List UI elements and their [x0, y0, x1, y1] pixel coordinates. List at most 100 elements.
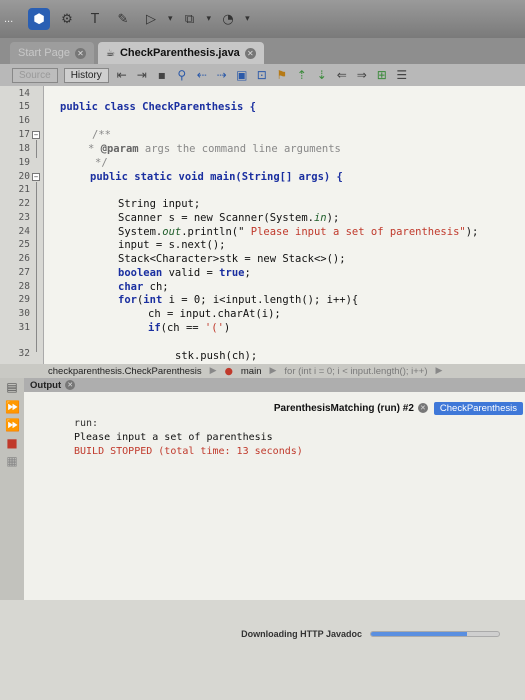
progress-fill	[371, 632, 467, 636]
output-menu-icon[interactable]: ▤	[5, 380, 19, 394]
tab-run-checkparenthesis[interactable]: CheckParenthesis	[433, 401, 523, 415]
line-number-gutter: 14 15 16 17 18 19 20 21 22 23 24 25 26 2…	[0, 86, 44, 364]
code-line-27: boolean valid = true;	[118, 267, 251, 279]
output-header: Output ✕	[0, 378, 525, 392]
code-line-31: if(ch == '(')	[148, 322, 231, 334]
forward-icon[interactable]: ⇥	[135, 68, 149, 82]
run-icon[interactable]: ▷	[140, 8, 162, 30]
source-tab[interactable]: Source	[12, 67, 58, 83]
code-line-22: String input;	[118, 198, 201, 210]
history-tab[interactable]: History	[63, 67, 109, 83]
close-icon[interactable]: ✕	[74, 47, 86, 59]
tab-checkparenthesis[interactable]: ☕ CheckParenthesis.java ✕	[97, 42, 264, 64]
debug-dropdown-icon[interactable]: ▾	[207, 14, 212, 24]
close-icon[interactable]: ✕	[417, 403, 428, 413]
rerun-icon[interactable]: ⏩	[5, 400, 20, 414]
line-number: 14	[18, 88, 30, 99]
run-tab-label: ParenthesisMatching (run) #2	[273, 402, 414, 414]
file-tab-bar: Start Page ✕ ☕ CheckParenthesis.java ✕	[0, 38, 525, 64]
chevron-right-icon: ▶	[269, 366, 277, 376]
fold-toggle[interactable]: −	[32, 173, 40, 181]
line-number: 25	[18, 239, 30, 250]
debug-icon[interactable]: ⧉	[179, 8, 201, 30]
find-prev-icon[interactable]: ⇠	[195, 68, 209, 82]
line-number: 23	[18, 212, 30, 223]
profile-dropdown-icon[interactable]: ▾	[245, 14, 250, 24]
statistics-icon[interactable]: ▦	[5, 454, 19, 468]
output-line: run:	[74, 418, 99, 429]
output-line: Please input a set of parenthesis	[74, 432, 273, 443]
line-number: 26	[18, 253, 30, 264]
output-side-toolbar: ▤ ⏩ ⏩ ■ ▦	[0, 378, 24, 600]
code-line-24: System.out.println(" Please input a set …	[118, 226, 479, 238]
last-edit-icon[interactable]: ▪	[155, 68, 169, 82]
tab-label: CheckParenthesis.java	[119, 47, 240, 59]
macro-icon[interactable]: ⊞	[375, 68, 389, 82]
output-line: BUILD STOPPED (total time: 13 seconds)	[74, 446, 303, 457]
shift-right-icon[interactable]: ⇒	[355, 68, 369, 82]
app-logo: ...	[4, 13, 14, 25]
clean-build-icon[interactable]: ✎	[112, 8, 134, 30]
line-number: 21	[18, 184, 30, 195]
next-bookmark-icon[interactable]: ⇣	[315, 68, 329, 82]
back-icon[interactable]: ⇤	[115, 68, 129, 82]
line-number: 32	[18, 348, 30, 359]
code-line-23: Scanner s = new Scanner(System.in);	[118, 212, 340, 224]
toggle-highlight-icon[interactable]: ▣	[235, 68, 249, 82]
close-icon[interactable]: ✕	[244, 47, 256, 59]
fold-toggle[interactable]: −	[32, 131, 40, 139]
run-tab-bar: ParenthesisMatching (run) #2 ✕ CheckPare…	[24, 400, 525, 416]
code-line-30: ch = input.charAt(i);	[148, 308, 281, 320]
status-text: Downloading HTTP Javadoc	[241, 629, 362, 639]
line-number: 16	[18, 115, 30, 126]
nav-icon[interactable]: ⬢	[28, 8, 50, 30]
tab-run-parenthesismatching[interactable]: ParenthesisMatching (run) #2 ✕	[274, 403, 428, 414]
bottom-area	[0, 600, 525, 700]
fold-line	[36, 140, 37, 158]
build-hammer-icon[interactable]: T	[84, 8, 106, 30]
line-number: 27	[18, 267, 30, 278]
code-line-32: stk.push(ch);	[175, 350, 258, 362]
chevron-right-icon: ▶	[209, 366, 217, 376]
breadcrumb: checkparenthesis.CheckParenthesis ▶ ● ma…	[0, 364, 525, 378]
line-number: 15	[18, 101, 30, 112]
breadcrumb-loop[interactable]: for (int i = 0; i < input.length(); i++)	[284, 366, 427, 377]
fold-line	[36, 182, 37, 352]
tab-label: Start Page	[18, 47, 70, 59]
line-number: 29	[18, 294, 30, 305]
chevron-right-icon: ▶	[435, 366, 443, 376]
profile-icon[interactable]: ◔	[217, 8, 239, 30]
output-title[interactable]: Output	[30, 380, 61, 391]
comment-icon[interactable]: ☰	[395, 68, 409, 82]
stop-icon[interactable]: ■	[5, 436, 19, 450]
line-number: 20	[18, 171, 30, 182]
find-next-icon[interactable]: ⇢	[215, 68, 229, 82]
code-editor[interactable]: 14 15 16 17 18 19 20 21 22 23 24 25 26 2…	[0, 86, 525, 364]
shift-left-icon[interactable]: ⇐	[335, 68, 349, 82]
search-icon[interactable]: ⚲	[175, 68, 189, 82]
breadcrumb-class[interactable]: checkparenthesis.CheckParenthesis	[48, 366, 202, 377]
code-line-29: for(int i = 0; i<input.length(); i++){	[118, 294, 359, 306]
line-number: 17	[18, 129, 30, 140]
rerun-params-icon[interactable]: ⏩	[5, 418, 20, 432]
main-toolbar: ... ⬢ ⚙ T ✎ ▷ ▾ ⧉ ▾ ◔ ▾	[0, 0, 525, 38]
method-icon: ●	[224, 365, 233, 377]
breadcrumb-method[interactable]: main	[241, 366, 262, 377]
settings-icon[interactable]: ⚙	[56, 8, 78, 30]
code-line-20: public static void main(String[] args) {	[90, 171, 343, 183]
prev-bookmark-icon[interactable]: ⇡	[295, 68, 309, 82]
line-number: 28	[18, 281, 30, 292]
run-dropdown-icon[interactable]: ▾	[168, 14, 173, 24]
toggle-selection-icon[interactable]: ⊡	[255, 68, 269, 82]
tab-start-page[interactable]: Start Page ✕	[10, 42, 94, 64]
code-line-18: * @param args the command line arguments	[88, 143, 341, 155]
close-icon[interactable]: ✕	[65, 380, 76, 390]
line-number: 18	[18, 143, 30, 154]
output-panel[interactable]: ParenthesisMatching (run) #2 ✕ CheckPare…	[24, 392, 525, 600]
line-number: 19	[18, 157, 30, 168]
status-bar: Downloading HTTP Javadoc	[0, 626, 525, 642]
bookmark-icon[interactable]: ⚑	[275, 68, 289, 82]
progress-bar	[370, 631, 500, 637]
line-number: 30	[18, 308, 30, 319]
code-line-15: public class CheckParenthesis {	[60, 101, 256, 113]
